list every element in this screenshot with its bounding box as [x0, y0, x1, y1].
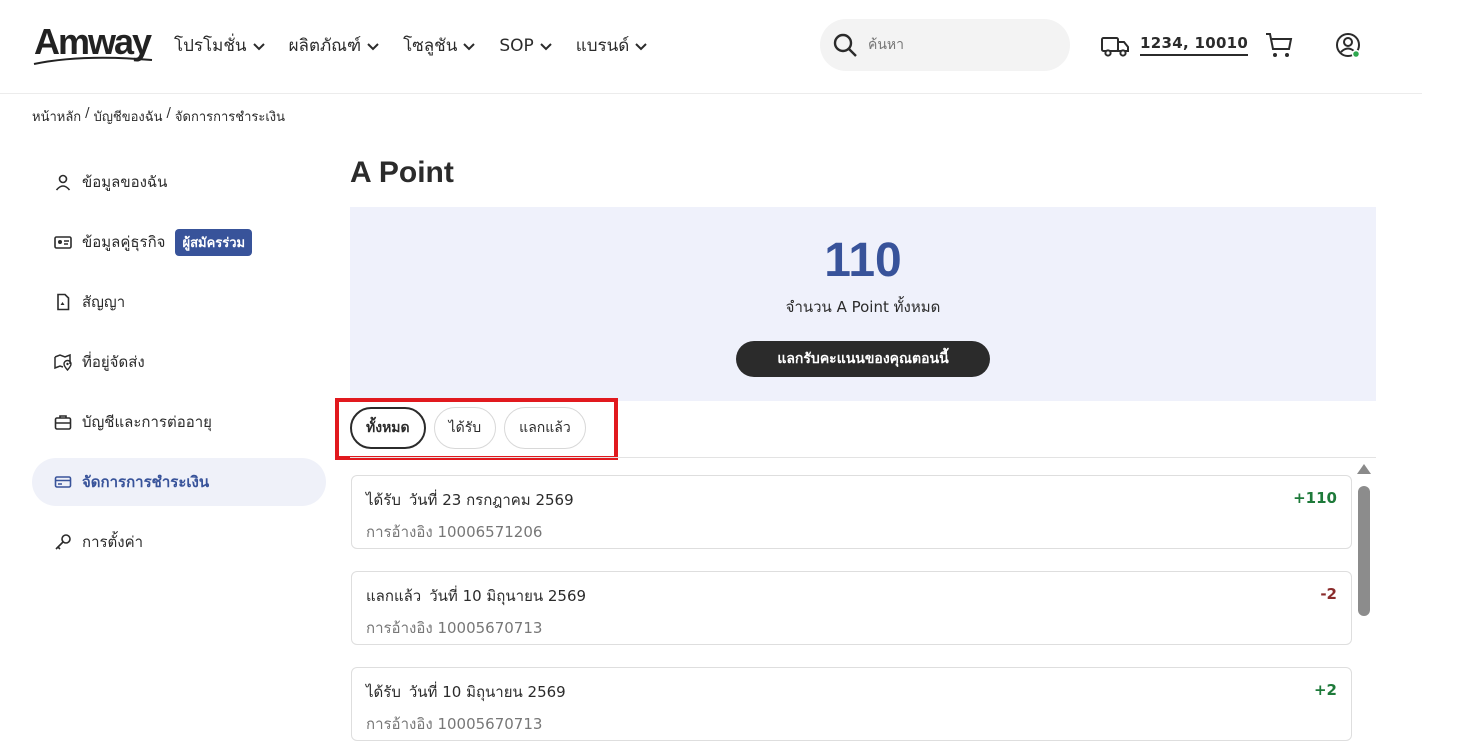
chevron-down-icon — [252, 42, 265, 50]
main-nav: โปรโมชั่น ผลิตภัณฑ์ โซลูชัน SOP แบรนด์ — [174, 32, 649, 59]
briefcase-icon — [54, 415, 72, 430]
sidebar-item-contract[interactable]: สัญญา — [32, 278, 326, 326]
sidebar-item-label: บัญชีและการต่ออายุ — [82, 413, 212, 431]
sidebar-item-label: ข้อมูลคู่ธุรกิจ — [82, 233, 166, 251]
cart-icon[interactable] — [1264, 30, 1294, 60]
points-summary-panel: 110 จำนวน A Point ทั้งหมด แลกรับคะแนนของ… — [350, 207, 1376, 401]
site-header: Amway โปรโมชั่น ผลิตภัณฑ์ โซลูชัน SOP แบ… — [0, 0, 1422, 94]
delivery-postcode[interactable]: 1234, 10010 — [1140, 34, 1249, 56]
tabs-divider — [350, 457, 1376, 458]
sidebar-item-label: ที่อยู่จัดส่ง — [82, 353, 145, 371]
transaction-type: ได้รับ — [366, 683, 401, 701]
delivery-location[interactable]: 1234, 10010 — [1100, 30, 1249, 60]
transaction-amount: -2 — [1320, 585, 1337, 603]
tabs-highlight-box — [335, 398, 618, 460]
transaction-type: แลกแล้ว — [366, 587, 422, 605]
transaction-date: วันที่ 23 กรกฎาคม 2569 — [408, 491, 574, 509]
breadcrumb-current: จัดการการชำระเงิน — [174, 110, 286, 125]
sidebar-item-label: จัดการการชำระเงิน — [82, 473, 210, 491]
transaction-list: ได้รับ วันที่ 23 กรกฎาคม 2569 การอ้างอิง … — [351, 475, 1352, 753]
account-sidebar: ข้อมูลของฉัน ข้อมูลคู่ธุรกิจ ผู้สมัครร่ว… — [32, 158, 326, 578]
id-card-icon — [54, 236, 72, 249]
nav-label: ผลิตภัณฑ์ — [288, 36, 362, 56]
scrollbar-thumb[interactable] — [1358, 486, 1370, 616]
nav-label: SOP — [499, 35, 534, 56]
nav-promotions[interactable]: โปรโมชั่น — [174, 32, 267, 59]
nav-label: โปรโมชั่น — [174, 36, 247, 56]
sidebar-item-business-partner[interactable]: ข้อมูลคู่ธุรกิจ ผู้สมัครร่วม — [32, 218, 326, 266]
transaction-item: ได้รับ วันที่ 23 กรกฎาคม 2569 การอ้างอิง … — [351, 475, 1352, 549]
nav-brands[interactable]: แบรนด์ — [576, 32, 650, 59]
search-input[interactable] — [868, 37, 1048, 53]
transaction-ref-label: การอ้างอิง — [366, 619, 433, 637]
sidebar-item-settings[interactable]: การตั้งค่า — [32, 518, 326, 566]
points-total-value: 110 — [824, 234, 902, 287]
sidebar-item-label: ข้อมูลของฉัน — [82, 173, 168, 191]
nav-sop[interactable]: SOP — [499, 36, 553, 56]
sidebar-item-shipping-address[interactable]: ที่อยู่จัดส่ง — [32, 338, 326, 386]
chevron-down-icon — [463, 42, 476, 50]
transaction-ref: 10005670713 — [437, 715, 543, 733]
key-icon — [55, 534, 71, 550]
scroll-up-arrow[interactable] — [1357, 464, 1371, 474]
chevron-down-icon — [367, 42, 379, 50]
credit-card-icon — [54, 476, 72, 488]
logo-swoosh-icon — [33, 56, 153, 65]
breadcrumb-separator: / — [166, 106, 171, 121]
transaction-amount: +110 — [1293, 489, 1337, 507]
user-icon — [55, 174, 71, 191]
transaction-item: แลกแล้ว วันที่ 10 มิถุนายน 2569 การอ้างอิ… — [351, 571, 1352, 645]
transaction-date: วันที่ 10 มิถุนายน 2569 — [408, 683, 566, 701]
transaction-date: วันที่ 10 มิถุนายน 2569 — [429, 587, 587, 605]
chevron-down-icon — [540, 42, 552, 50]
transaction-item: ได้รับ วันที่ 10 มิถุนายน 2569 การอ้างอิง… — [351, 667, 1352, 741]
chevron-down-icon — [635, 42, 648, 50]
sidebar-item-account-renewal[interactable]: บัญชีและการต่ออายุ — [32, 398, 326, 446]
map-pin-icon — [54, 353, 72, 371]
sidebar-item-label: สัญญา — [82, 293, 126, 311]
sidebar-item-payment[interactable]: จัดการการชำระเงิน — [32, 458, 326, 506]
breadcrumb-separator: / — [85, 106, 90, 121]
co-applicant-badge: ผู้สมัครร่วม — [175, 228, 253, 256]
nav-solutions[interactable]: โซลูชัน — [403, 32, 477, 59]
amway-logo[interactable]: Amway — [32, 20, 154, 68]
nav-products[interactable]: ผลิตภัณฑ์ — [289, 32, 382, 59]
account-icon[interactable] — [1333, 30, 1363, 60]
document-icon — [57, 293, 70, 311]
transaction-amount: +2 — [1313, 681, 1337, 699]
sidebar-item-label: การตั้งค่า — [82, 533, 144, 551]
transaction-ref-label: การอ้างอิง — [366, 715, 433, 733]
truck-icon — [1101, 37, 1129, 57]
points-total-label: จำนวน A Point ทั้งหมด — [785, 298, 941, 316]
redeem-points-button[interactable]: แลกรับคะแนนของคุณตอนนี้ — [736, 341, 990, 377]
search-icon[interactable] — [832, 32, 858, 58]
nav-label: โซลูชัน — [403, 36, 458, 56]
transaction-type: ได้รับ — [366, 491, 401, 509]
breadcrumb: หน้าหลัก / บัญชีของฉัน / จัดการการชำระเง… — [32, 106, 285, 127]
breadcrumb-my-account[interactable]: บัญชีของฉัน — [94, 106, 163, 127]
transaction-ref-label: การอ้างอิง — [366, 523, 433, 541]
page-title: A Point — [350, 156, 454, 189]
sidebar-item-my-info[interactable]: ข้อมูลของฉัน — [32, 158, 326, 206]
transaction-ref: 10006571206 — [437, 523, 543, 541]
transaction-ref: 10005670713 — [437, 619, 543, 637]
search-box[interactable] — [820, 19, 1070, 71]
nav-label: แบรนด์ — [575, 36, 630, 56]
breadcrumb-home[interactable]: หน้าหลัก — [32, 106, 81, 127]
